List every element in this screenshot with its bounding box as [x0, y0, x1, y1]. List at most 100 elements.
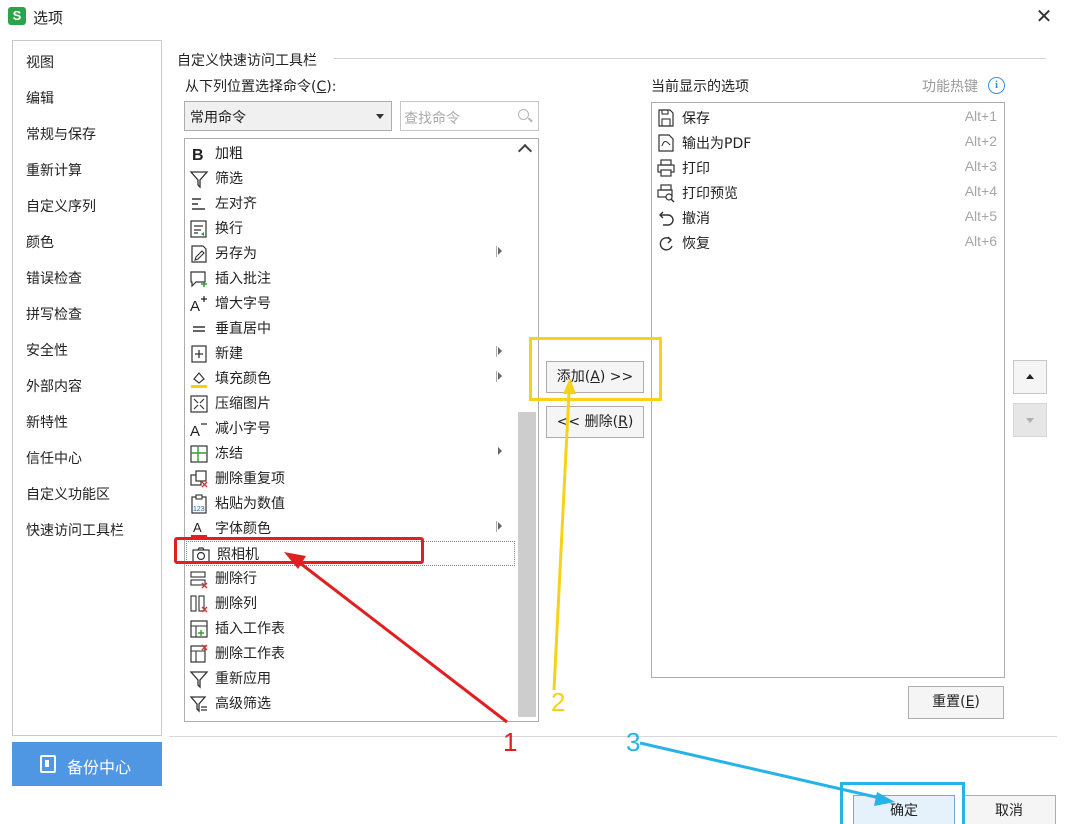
submenu-arrow-icon: [498, 447, 502, 455]
sidebar-item-security[interactable]: 安全性: [26, 340, 68, 360]
command-item-vertical-center[interactable]: 垂直居中: [185, 316, 515, 341]
print-preview-icon: [657, 184, 675, 203]
command-item-paste-values[interactable]: 123 粘贴为数值: [185, 491, 515, 516]
sidebar-item-custom-lists[interactable]: 自定义序列: [26, 196, 96, 216]
window-title: 选项: [33, 9, 64, 27]
command-label: 减小字号: [215, 421, 271, 437]
delete-sheet-icon: [190, 644, 208, 663]
reset-button[interactable]: 重置(E): [908, 686, 1004, 719]
command-label: 垂直居中: [215, 321, 271, 337]
sidebar-item-recalculate[interactable]: 重新计算: [26, 160, 82, 180]
svg-text:A: A: [193, 520, 202, 535]
sidebar-item-general-save[interactable]: 常规与保存: [26, 124, 96, 144]
sidebar-item-customize-ribbon[interactable]: 自定义功能区: [26, 484, 110, 504]
current-item-undo[interactable]: 撤消 Alt+5: [652, 205, 1004, 230]
command-item-wrap-text[interactable]: 换行: [185, 216, 515, 241]
svg-text:B: B: [192, 147, 204, 164]
dropdown-arrow-icon: [376, 114, 384, 119]
move-down-button[interactable]: [1013, 403, 1047, 437]
current-item-redo[interactable]: 恢复 Alt+6: [652, 230, 1004, 255]
command-item-freeze[interactable]: 冻结: [185, 441, 515, 466]
command-item-filter[interactable]: 筛选: [185, 166, 515, 191]
command-label: 删除重复项: [215, 471, 285, 487]
vertical-center-icon: [193, 326, 205, 332]
command-list[interactable]: B 加粗 筛选 左对齐 换行 另存为 插入批注 A 增大字号 垂直居中 新建 填…: [184, 138, 539, 722]
undo-icon: [659, 211, 674, 226]
increase-font-icon: A: [190, 296, 207, 314]
submenu-arrow-icon: [498, 247, 502, 255]
submenu-arrow-icon: [498, 372, 502, 380]
item-label: 打印: [682, 161, 710, 177]
command-item-delete-column[interactable]: 删除列: [185, 591, 515, 616]
choose-commands-label: 从下列位置选择命令(C):: [185, 79, 337, 95]
info-icon[interactable]: i: [988, 77, 1005, 94]
command-item-fill-color[interactable]: 填充颜色: [185, 366, 515, 391]
item-hotkey: Alt+1: [964, 108, 997, 124]
scrollbar-thumb[interactable]: [518, 412, 536, 717]
cancel-button[interactable]: 取消: [962, 795, 1056, 824]
filter-icon: [189, 171, 209, 189]
sidebar-item-new-features[interactable]: 新特性: [26, 412, 68, 432]
command-label: 冻结: [215, 446, 243, 462]
command-label: 插入工作表: [215, 621, 285, 637]
sidebar-item-edit[interactable]: 编辑: [26, 88, 54, 108]
delete-row-icon: [190, 571, 208, 589]
insert-sheet-icon: [190, 620, 208, 638]
backup-center-button[interactable]: 备份中心: [12, 742, 162, 786]
item-label: 打印预览: [682, 186, 738, 202]
command-item-reapply[interactable]: 重新应用: [185, 666, 515, 691]
command-item-increase-font[interactable]: A 增大字号: [185, 291, 515, 316]
item-label: 输出为PDF: [682, 136, 752, 152]
annotation-highlight-ok: [840, 782, 965, 824]
current-item-print-preview[interactable]: 打印预览 Alt+4: [652, 180, 1004, 205]
item-hotkey: Alt+4: [964, 183, 997, 199]
submenu-arrow-icon: [498, 522, 502, 530]
sidebar-item-quick-access-toolbar[interactable]: 快速访问工具栏: [26, 520, 124, 540]
command-item-advanced-filter[interactable]: 高级筛选: [185, 691, 515, 716]
command-item-insert-comment[interactable]: 插入批注: [185, 266, 515, 291]
export-pdf-icon: [658, 134, 674, 152]
options-sidebar: 视图 编辑 常规与保存 重新计算 自定义序列 颜色 错误检查 拼写检查 安全性 …: [12, 40, 162, 736]
command-item-insert-sheet[interactable]: 插入工作表: [185, 616, 515, 641]
command-label: 压缩图片: [215, 396, 271, 412]
command-label: 删除工作表: [215, 646, 285, 662]
sidebar-item-colors[interactable]: 颜色: [26, 232, 54, 252]
command-label: 左对齐: [215, 196, 257, 212]
command-item-delete-row[interactable]: 删除行: [185, 566, 515, 591]
current-items-list[interactable]: 保存 Alt+1 输出为PDF Alt+2 打印 Alt+3 打印预览 Alt+…: [651, 102, 1005, 678]
remove-button[interactable]: << 删除(R): [546, 406, 644, 438]
annotation-number-1: 1: [503, 727, 518, 757]
command-item-new[interactable]: 新建: [185, 341, 515, 366]
item-hotkey: Alt+2: [964, 133, 997, 149]
sidebar-item-view[interactable]: 视图: [26, 52, 54, 72]
close-button[interactable]: ✕: [1028, 2, 1060, 30]
sidebar-item-spell-check[interactable]: 拼写检查: [26, 304, 82, 324]
command-search-input[interactable]: 查找命令: [400, 101, 539, 131]
command-item-remove-duplicates[interactable]: 删除重复项: [185, 466, 515, 491]
submenu-arrow-icon: [498, 347, 502, 355]
current-item-save[interactable]: 保存 Alt+1: [652, 105, 1004, 130]
svg-text:A: A: [190, 423, 200, 439]
command-item-align-left[interactable]: 左对齐: [185, 191, 515, 216]
command-item-compress-image[interactable]: 压缩图片: [185, 391, 515, 416]
command-item-save-as[interactable]: 另存为: [185, 241, 515, 266]
submenu-divider: [496, 371, 497, 382]
align-left-icon: [192, 198, 205, 210]
command-item-bold[interactable]: B 加粗: [185, 141, 515, 166]
command-label: 粘贴为数值: [215, 496, 285, 512]
section-divider: [334, 58, 1046, 59]
wrap-text-icon: [190, 220, 207, 238]
title-bar: S 选项 ✕: [0, 0, 1066, 32]
command-item-decrease-font[interactable]: A 减小字号: [185, 416, 515, 441]
command-label: 高级筛选: [215, 696, 271, 712]
sidebar-item-error-check[interactable]: 错误检查: [26, 268, 82, 288]
paste-values-icon: 123: [191, 494, 207, 514]
current-item-print[interactable]: 打印 Alt+3: [652, 155, 1004, 180]
current-item-export-pdf[interactable]: 输出为PDF Alt+2: [652, 130, 1004, 155]
move-up-button[interactable]: [1013, 360, 1047, 394]
sidebar-item-trust-center[interactable]: 信任中心: [26, 448, 82, 468]
sidebar-item-external-content[interactable]: 外部内容: [26, 376, 82, 396]
command-source-dropdown[interactable]: 常用命令: [184, 101, 392, 131]
command-item-delete-sheet[interactable]: 删除工作表: [185, 641, 515, 666]
new-icon: [191, 345, 207, 363]
